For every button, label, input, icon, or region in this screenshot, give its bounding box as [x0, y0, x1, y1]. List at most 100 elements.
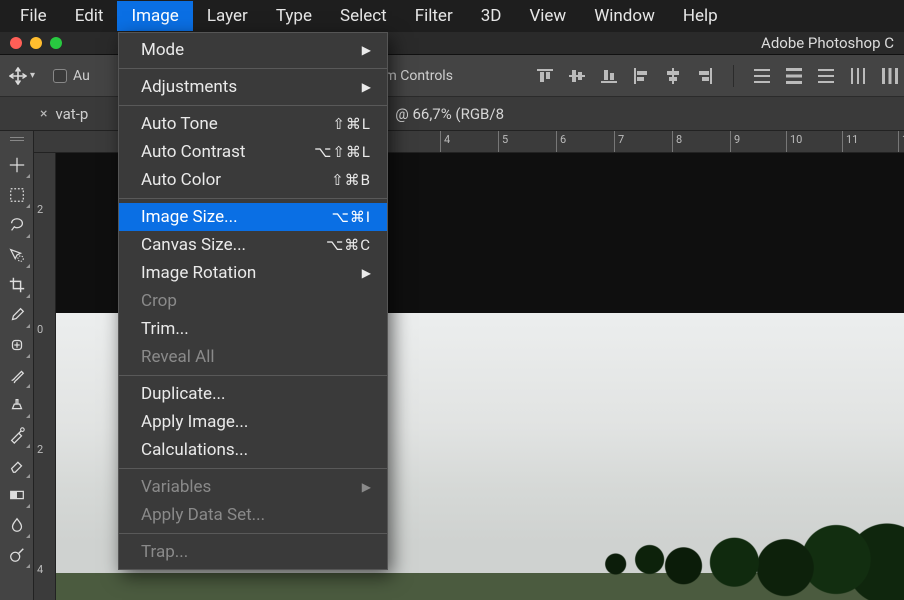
- window-close-button[interactable]: [10, 37, 22, 49]
- menu-type[interactable]: Type: [262, 1, 326, 31]
- distribute-left-edges-icon[interactable]: [848, 66, 868, 86]
- distribute-vertical-centers-icon[interactable]: [784, 66, 804, 86]
- chevron-down-icon: ▾: [30, 70, 35, 81]
- menu-separator: [119, 375, 387, 376]
- blur-tool[interactable]: [3, 511, 31, 539]
- menu-item-adjustments[interactable]: Adjustments ▶: [119, 73, 387, 101]
- menu-item-shortcut: ⌥⌘I: [332, 208, 371, 226]
- menu-select[interactable]: Select: [326, 1, 401, 31]
- menu-view[interactable]: View: [515, 1, 580, 31]
- clone-stamp-tool[interactable]: [3, 391, 31, 419]
- menu-item-auto-color[interactable]: Auto Color ⇧⌘B: [119, 166, 387, 194]
- align-top-edges-icon[interactable]: [535, 66, 555, 86]
- menu-item-variables: Variables ▶: [119, 473, 387, 501]
- distribute-bottom-edges-icon[interactable]: [816, 66, 836, 86]
- menu-item-shortcut: ⌥⇧⌘L: [314, 143, 371, 161]
- ruler-tick: 7: [614, 131, 624, 153]
- eyedropper-tool[interactable]: [3, 301, 31, 329]
- crop-tool[interactable]: [3, 271, 31, 299]
- menubar: File Edit Image Layer Type Select Filter…: [0, 0, 904, 32]
- move-tool-icon: [8, 66, 28, 86]
- tools-panel: [0, 131, 34, 600]
- menu-item-label: Calculations...: [141, 440, 371, 460]
- align-bottom-edges-icon[interactable]: [599, 66, 619, 86]
- menu-item-trim[interactable]: Trim...: [119, 315, 387, 343]
- menu-item-label: Adjustments: [141, 77, 362, 97]
- align-vertical-centers-icon[interactable]: [567, 66, 587, 86]
- transform-controls-label: rm Controls: [380, 68, 453, 84]
- menu-3d[interactable]: 3D: [467, 1, 516, 31]
- menu-item-image-size[interactable]: Image Size... ⌥⌘I: [119, 203, 387, 231]
- ruler-tick: 4: [440, 131, 450, 153]
- menu-item-reveal-all: Reveal All: [119, 343, 387, 371]
- window-zoom-button[interactable]: [50, 37, 62, 49]
- document-zoom-info: @ 66,7% (RGB/8: [395, 105, 504, 123]
- current-tool-indicator[interactable]: ▾: [8, 66, 35, 86]
- menu-item-label: Image Size...: [141, 207, 332, 227]
- ruler-tick: 10: [786, 131, 802, 153]
- menu-item-calculations[interactable]: Calculations...: [119, 436, 387, 464]
- ruler-tick: 12: [898, 131, 904, 153]
- menu-item-label: Auto Contrast: [141, 142, 314, 162]
- lasso-tool[interactable]: [3, 211, 31, 239]
- menu-item-auto-contrast[interactable]: Auto Contrast ⌥⇧⌘L: [119, 138, 387, 166]
- menu-layer[interactable]: Layer: [193, 1, 262, 31]
- move-tool[interactable]: [3, 151, 31, 179]
- window-traffic-lights: [10, 37, 62, 49]
- menu-item-label: Image Rotation: [141, 263, 362, 283]
- menu-item-label: Trap...: [141, 542, 371, 562]
- document-tab-name[interactable]: vat-p: [55, 105, 88, 123]
- menu-item-mode[interactable]: Mode ▶: [119, 36, 387, 64]
- menu-item-label: Auto Color: [141, 170, 331, 190]
- submenu-arrow-icon: ▶: [362, 80, 371, 94]
- align-right-edges-icon[interactable]: [695, 66, 715, 86]
- menu-item-apply-image[interactable]: Apply Image...: [119, 408, 387, 436]
- menu-item-label: Apply Image...: [141, 412, 371, 432]
- menu-item-label: Canvas Size...: [141, 235, 326, 255]
- submenu-arrow-icon: ▶: [362, 43, 371, 57]
- menu-separator: [119, 468, 387, 469]
- window-minimize-button[interactable]: [30, 37, 42, 49]
- panel-grip-icon[interactable]: [0, 135, 33, 145]
- submenu-arrow-icon: ▶: [362, 266, 371, 280]
- app-title: Adobe Photoshop C: [761, 34, 894, 52]
- ruler-tick: 6: [556, 131, 566, 153]
- healing-brush-tool[interactable]: [3, 331, 31, 359]
- menu-item-canvas-size[interactable]: Canvas Size... ⌥⌘C: [119, 231, 387, 259]
- history-brush-tool[interactable]: [3, 421, 31, 449]
- distribute-horizontal-centers-icon[interactable]: [880, 66, 900, 86]
- marquee-tool[interactable]: [3, 181, 31, 209]
- ruler-vertical[interactable]: 2 0 2 4: [34, 153, 56, 600]
- ruler-tick: 9: [730, 131, 740, 153]
- menu-separator: [119, 533, 387, 534]
- quick-selection-tool[interactable]: [3, 241, 31, 269]
- menu-image[interactable]: Image: [117, 1, 192, 31]
- align-horizontal-centers-icon[interactable]: [663, 66, 683, 86]
- align-left-edges-icon[interactable]: [631, 66, 651, 86]
- menu-filter[interactable]: Filter: [401, 1, 467, 31]
- menu-item-image-rotation[interactable]: Image Rotation ▶: [119, 259, 387, 287]
- ruler-tick: 5: [498, 131, 508, 153]
- close-tab-icon[interactable]: ×: [40, 106, 47, 122]
- menu-edit[interactable]: Edit: [61, 1, 118, 31]
- eraser-tool[interactable]: [3, 451, 31, 479]
- dodge-tool[interactable]: [3, 541, 31, 569]
- gradient-tool[interactable]: [3, 481, 31, 509]
- menu-separator: [119, 198, 387, 199]
- menu-item-auto-tone[interactable]: Auto Tone ⇧⌘L: [119, 110, 387, 138]
- checkbox-icon: [53, 69, 67, 83]
- menu-item-crop: Crop: [119, 287, 387, 315]
- menu-file[interactable]: File: [6, 1, 61, 31]
- menu-help[interactable]: Help: [669, 1, 732, 31]
- menu-item-shortcut: ⌥⌘C: [326, 236, 371, 254]
- menu-item-trap: Trap...: [119, 538, 387, 566]
- ruler-tick: 2: [37, 443, 43, 456]
- distribute-top-edges-icon[interactable]: [752, 66, 772, 86]
- menu-window[interactable]: Window: [580, 1, 669, 31]
- submenu-arrow-icon: ▶: [362, 480, 371, 494]
- brush-tool[interactable]: [3, 361, 31, 389]
- ruler-tick: 11: [842, 131, 858, 153]
- ruler-tick: 2: [37, 203, 43, 216]
- auto-select-checkbox[interactable]: Au: [53, 68, 90, 84]
- menu-item-duplicate[interactable]: Duplicate...: [119, 380, 387, 408]
